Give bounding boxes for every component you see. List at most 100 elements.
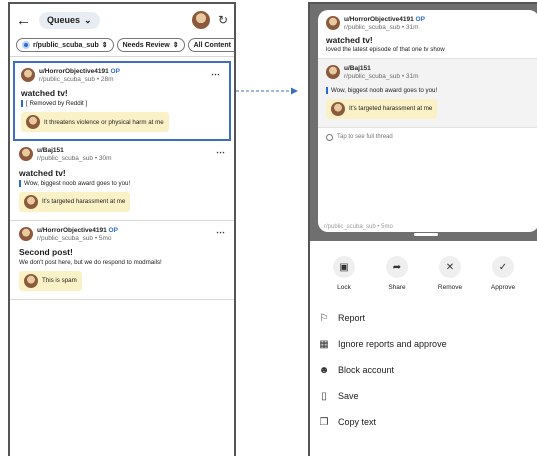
menu-item-block-account[interactable]: ☻ Block account bbox=[310, 357, 537, 383]
filter-chip-all-content[interactable]: All Content ⇕ bbox=[187, 38, 234, 52]
queues-dropdown[interactable]: Queues ⌄ bbox=[39, 11, 100, 29]
menu-item-report[interactable]: ⚐ Report bbox=[310, 305, 537, 331]
approve-button[interactable]: ✓ Approve bbox=[481, 256, 525, 291]
post-body: loved the latest episode of that one tv … bbox=[326, 46, 445, 54]
sheet-drag-handle[interactable] bbox=[414, 233, 438, 236]
report-reason: It threatens violence or physical harm a… bbox=[21, 112, 169, 133]
action-label: Remove bbox=[437, 284, 463, 291]
quick-actions: ▣ Lock ➦ Share ✕ Remove ✓ Approve bbox=[310, 241, 537, 291]
filter-chip-label: All Content bbox=[193, 41, 231, 49]
op-badge: OP bbox=[415, 16, 425, 23]
avatar bbox=[326, 65, 340, 80]
queue-item[interactable]: u/Baj151 r/public_scuba_sub • 30m ⋯ watc… bbox=[10, 141, 234, 221]
chevron-updown-icon: ⇕ bbox=[172, 42, 179, 49]
top-bar: ← Queues ⌄ ↻ bbox=[10, 4, 234, 36]
action-sheet-screen: u/HorrorObjective4191 OP r/public_scuba_… bbox=[308, 2, 537, 456]
post-title: Second post! bbox=[19, 246, 73, 257]
avatar bbox=[19, 226, 33, 241]
comment-body: Wow, biggest noob award goes to you! bbox=[19, 179, 225, 187]
subreddit-time: r/public_scuba_sub • 31m bbox=[344, 24, 419, 32]
queue-screen: ← Queues ⌄ ↻ r/public_scuba_sub ⇕ Needs … bbox=[8, 2, 236, 456]
filter-chip-label: r/public_scuba_sub bbox=[33, 41, 99, 49]
report-text: It's targeted harassment at me bbox=[349, 105, 433, 112]
action-menu: ⚐ Report ▦ Ignore reports and approve ☻ … bbox=[310, 305, 537, 435]
avatar bbox=[326, 16, 340, 30]
filter-chip-subreddit[interactable]: r/public_scuba_sub ⇕ bbox=[16, 38, 114, 52]
check-icon: ✓ bbox=[492, 256, 514, 278]
report-reason: It's targeted harassment at me bbox=[326, 98, 438, 119]
more-options-icon[interactable]: ⋯ bbox=[211, 69, 220, 80]
post-title: watched tv! bbox=[326, 35, 373, 46]
ignore-reports-icon: ▦ bbox=[319, 338, 329, 350]
filter-bar: r/public_scuba_sub ⇕ Needs Review ⇕ All … bbox=[10, 36, 234, 56]
post-body: [ Removed by Reddit ] bbox=[21, 100, 223, 108]
more-options-icon[interactable]: ⋯ bbox=[216, 147, 225, 158]
lock-icon: ▣ bbox=[333, 256, 355, 278]
reporter-avatar bbox=[331, 101, 345, 116]
reporter-avatar bbox=[26, 115, 40, 130]
filter-chip-label: Needs Review bbox=[122, 41, 170, 49]
remove-button[interactable]: ✕ Remove bbox=[428, 256, 472, 291]
post-meta: u/HorrorObjective4191 OP r/public_scuba_… bbox=[19, 226, 225, 243]
see-full-thread-link[interactable]: Tap to see full thread bbox=[318, 128, 537, 147]
comment-body: Wow, biggest noob award goes to you! bbox=[326, 86, 531, 94]
more-options-icon[interactable]: ⋯ bbox=[216, 227, 225, 238]
avatar bbox=[21, 68, 35, 82]
tap-label: Tap to see full thread bbox=[337, 134, 393, 140]
action-label: Lock bbox=[337, 284, 351, 291]
username[interactable]: u/HorrorObjective4191 bbox=[37, 227, 107, 234]
report-reason: It's targeted harassment at me bbox=[19, 191, 131, 212]
menu-item-copy-text[interactable]: ❐ Copy text bbox=[310, 409, 537, 435]
expand-icon bbox=[326, 133, 333, 141]
reporter-avatar bbox=[24, 194, 38, 209]
reported-comment: u/Baj151 r/public_scuba_sub • 31m Wow, b… bbox=[318, 58, 537, 128]
action-label: Share bbox=[388, 284, 406, 291]
close-icon: ✕ bbox=[439, 256, 461, 278]
menu-item-label: Report bbox=[338, 313, 366, 323]
menu-item-ignore-reports[interactable]: ▦ Ignore reports and approve bbox=[310, 331, 537, 357]
subreddit-time: r/public_scuba_sub • 28m bbox=[39, 76, 114, 84]
mod-action-sheet: ▣ Lock ➦ Share ✕ Remove ✓ Approve ⚐ Repo… bbox=[310, 241, 537, 456]
post-meta: u/HorrorObjective4191 OP r/public_scuba_… bbox=[326, 16, 531, 32]
post-meta: u/HorrorObjective4191 OP r/public_scuba_… bbox=[21, 68, 223, 84]
menu-item-label: Block account bbox=[338, 365, 395, 375]
op-badge: OP bbox=[110, 68, 120, 75]
person-icon: ☻ bbox=[318, 364, 330, 376]
bookmark-icon: ▯ bbox=[321, 390, 327, 402]
back-arrow-icon[interactable]: ← bbox=[16, 12, 31, 29]
username[interactable]: u/Baj151 bbox=[37, 147, 64, 154]
chevron-down-icon: ⌄ bbox=[84, 14, 92, 25]
report-reason: This is spam bbox=[19, 270, 82, 291]
queue-item[interactable]: u/HorrorObjective4191 OP r/public_scuba_… bbox=[10, 221, 234, 300]
avatar bbox=[19, 147, 33, 162]
filter-chip-needs-review[interactable]: Needs Review ⇕ bbox=[116, 38, 185, 52]
share-button[interactable]: ➦ Share bbox=[375, 256, 419, 291]
background-post-peek: r/public_scuba_sub • 5mo bbox=[324, 224, 393, 230]
subreddit-time: r/public_scuba_sub • 30m bbox=[37, 155, 112, 163]
refresh-icon[interactable]: ↻ bbox=[218, 13, 228, 27]
queues-label: Queues bbox=[47, 15, 81, 25]
post-body: We don't post here, but we do respond to… bbox=[19, 258, 162, 266]
username[interactable]: u/HorrorObjective4191 bbox=[39, 68, 109, 75]
reporter-avatar bbox=[24, 273, 38, 288]
menu-item-save[interactable]: ▯ Save bbox=[310, 383, 537, 409]
lock-button[interactable]: ▣ Lock bbox=[322, 256, 366, 291]
op-badge: OP bbox=[108, 226, 118, 234]
subreddit-time: r/public_scuba_sub • 31m bbox=[344, 73, 419, 81]
username[interactable]: u/Baj151 bbox=[344, 65, 371, 72]
share-icon: ➦ bbox=[386, 256, 408, 278]
thread-preview-card: u/HorrorObjective4191 OP r/public_scuba_… bbox=[318, 10, 537, 232]
username[interactable]: u/HorrorObjective4191 bbox=[344, 16, 414, 23]
copy-icon: ❐ bbox=[319, 416, 329, 428]
menu-item-label: Copy text bbox=[338, 417, 377, 427]
report-text: This is spam bbox=[42, 277, 77, 285]
comment-meta: u/Baj151 r/public_scuba_sub • 31m bbox=[326, 65, 531, 81]
flag-icon: ⚐ bbox=[319, 312, 329, 324]
queue-item-selected[interactable]: u/HorrorObjective4191 OP r/public_scuba_… bbox=[13, 61, 231, 142]
post-meta: u/Baj151 r/public_scuba_sub • 30m bbox=[19, 147, 225, 163]
transition-arrow-icon bbox=[236, 87, 298, 95]
chevron-updown-icon: ⇕ bbox=[101, 42, 108, 49]
subreddit-time: r/public_scuba_sub • 5mo bbox=[37, 234, 112, 242]
avatar[interactable] bbox=[191, 11, 210, 29]
menu-item-label: Ignore reports and approve bbox=[338, 339, 447, 349]
